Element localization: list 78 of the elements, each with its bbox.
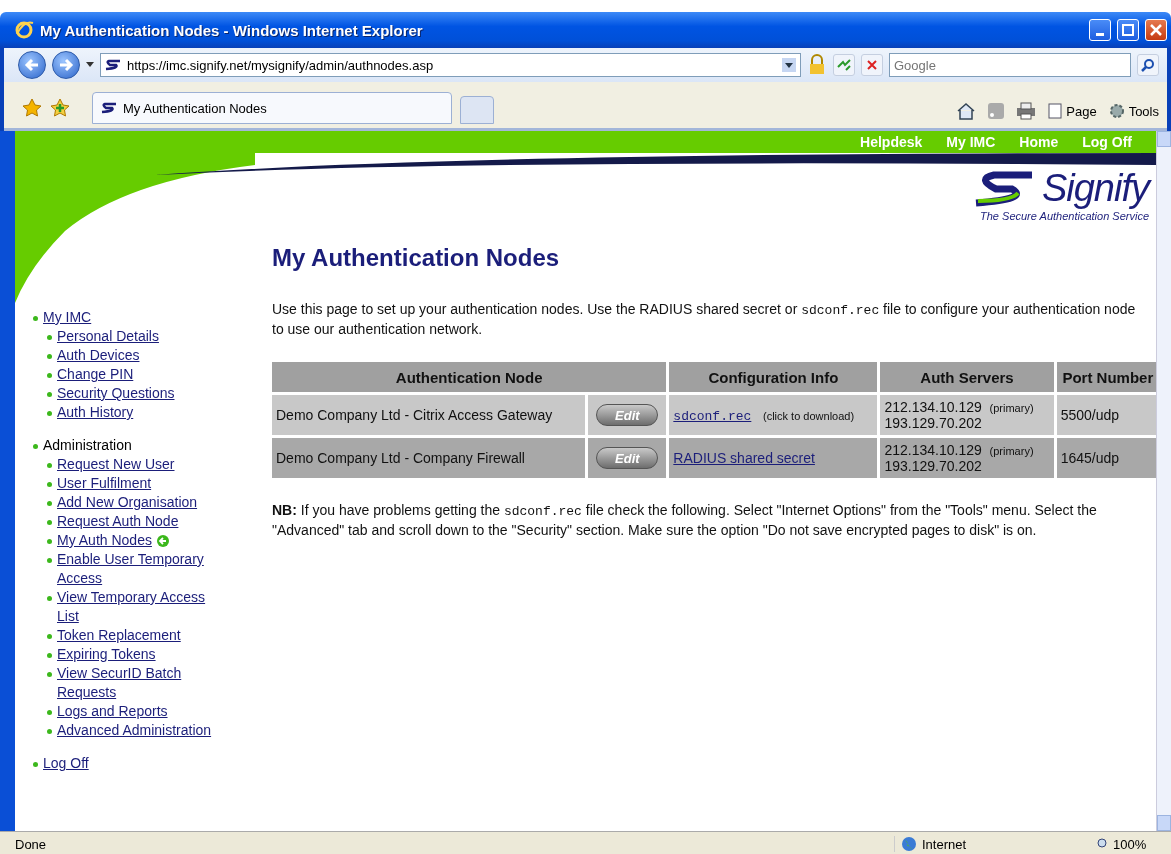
- close-button[interactable]: [1145, 19, 1167, 41]
- left-arrow-icon: [24, 58, 40, 72]
- star-icon[interactable]: [22, 98, 42, 118]
- search-field[interactable]: Google: [889, 53, 1131, 77]
- table-cell: Demo Company Ltd - Citrix Access Gateway: [272, 395, 586, 435]
- column-header: Port Number: [1056, 362, 1156, 392]
- column-header: Auth Servers: [880, 362, 1054, 392]
- stop-icon: [867, 60, 877, 70]
- sidebar-link[interactable]: Token Replacement: [57, 626, 181, 645]
- sidebar-link[interactable]: Request Auth Node: [57, 512, 179, 531]
- column-header: Authentication Node: [272, 362, 667, 392]
- page-menu[interactable]: Page: [1048, 103, 1097, 119]
- primary-server: 212.134.10.129: [884, 442, 982, 458]
- search-icon: [1141, 58, 1155, 72]
- sidebar-link[interactable]: Advanced Administration: [57, 721, 212, 740]
- status-text: Done: [15, 836, 48, 852]
- sidebar-link[interactable]: Expiring Tokens: [57, 645, 156, 664]
- back-button[interactable]: [18, 51, 46, 79]
- sidebar-link[interactable]: Add New Organisation: [57, 493, 198, 512]
- zoom-control[interactable]: 100%: [1091, 835, 1171, 853]
- tagline: The Secure Authentication Service: [980, 210, 1149, 222]
- sidebar-link[interactable]: Auth Devices: [57, 346, 140, 365]
- refresh-button[interactable]: [833, 54, 855, 76]
- search-button[interactable]: [1137, 54, 1159, 76]
- download-hint: (click to download): [763, 409, 855, 422]
- sidebar-link[interactable]: View SecurID Batch Requests: [57, 664, 219, 702]
- sidebar-link[interactable]: User Fulfilment: [57, 474, 152, 493]
- sidebar-link[interactable]: Change PIN: [57, 365, 134, 384]
- gear-icon: [1108, 103, 1125, 119]
- sidebar-link[interactable]: My IMC: [43, 308, 92, 327]
- page-icon: [1048, 103, 1063, 119]
- dropdown-icon[interactable]: [782, 58, 796, 72]
- security-zone: Internet: [922, 836, 967, 852]
- intro-text: Use this page to set up your authentication nodes. Use the RADIUS shared secret or sdconf.rec file to configure your authentication node to use our authentication network.: [272, 300, 1137, 339]
- sidebar-heading: Administration: [43, 436, 132, 455]
- close-icon: [1150, 24, 1162, 36]
- note-text: NB: If you have problems getting the sdconf.rec file check the following. Select "Internet Options" from the "Tools" menu. Select the "Advanced" tab and scroll down to the "Security" section. Make sure the option "Do not save encrypted pages to disk" is on.: [272, 501, 1098, 540]
- site-icon: [101, 102, 117, 114]
- browser-tab[interactable]: My Authentication Nodes: [92, 92, 452, 124]
- sidebar-link[interactable]: Request New User: [57, 455, 175, 474]
- secondary-server: 193.129.70.202: [884, 458, 983, 474]
- download-link[interactable]: sdconf.rec: [673, 408, 752, 424]
- secondary-server: 193.129.70.202: [884, 415, 983, 431]
- caret-icon[interactable]: [86, 62, 94, 68]
- sidebar-link[interactable]: Logs and Reports: [57, 702, 168, 721]
- minimize-icon: [1096, 32, 1104, 36]
- home-icon[interactable]: [956, 102, 977, 120]
- tools-menu[interactable]: Tools: [1108, 103, 1159, 119]
- stop-button[interactable]: [861, 54, 883, 76]
- lock-icon[interactable]: [807, 54, 827, 76]
- sidebar-link[interactable]: Enable User Temporary Access: [57, 550, 219, 588]
- sidebar-link[interactable]: Log Off: [43, 754, 89, 773]
- column-header: Configuration Info: [669, 362, 878, 392]
- sidebar-link[interactable]: Security Questions: [57, 384, 175, 403]
- sidebar-link[interactable]: View Temporary Access List: [57, 588, 219, 626]
- sidebar-link[interactable]: Personal Details: [57, 327, 159, 346]
- sidebar-link[interactable]: Auth History: [57, 403, 134, 422]
- window-title: My Authentication Nodes - Windows Internet Explorer: [40, 21, 424, 39]
- address-field[interactable]: https://imc.signify.net/mysignify/admin/authnodes.asp: [100, 53, 801, 77]
- add-favorite-icon[interactable]: [50, 98, 70, 118]
- printer-icon[interactable]: [1016, 102, 1037, 120]
- maximize-icon: [1122, 24, 1134, 36]
- sidebar-link[interactable]: My Auth Nodes: [57, 531, 152, 550]
- primary-server: 212.134.10.129: [884, 399, 982, 415]
- browser-icon: [14, 20, 34, 40]
- globe-icon: [901, 836, 917, 852]
- table-cell: 5500/udp: [1056, 395, 1156, 435]
- right-arrow-icon: [58, 58, 74, 72]
- page-heading: My Authentication Nodes: [272, 244, 561, 272]
- site-icon: [105, 59, 121, 71]
- table-cell: 1645/udp: [1056, 438, 1156, 478]
- maximize-button[interactable]: [1117, 19, 1139, 41]
- minimize-button[interactable]: [1089, 19, 1111, 41]
- table-cell: Demo Company Ltd - Company Firewall: [272, 438, 586, 478]
- primary-label: (primary): [989, 402, 1034, 414]
- primary-label: (primary): [989, 445, 1034, 457]
- forward-button[interactable]: [52, 51, 80, 79]
- current-page-icon: [156, 535, 169, 547]
